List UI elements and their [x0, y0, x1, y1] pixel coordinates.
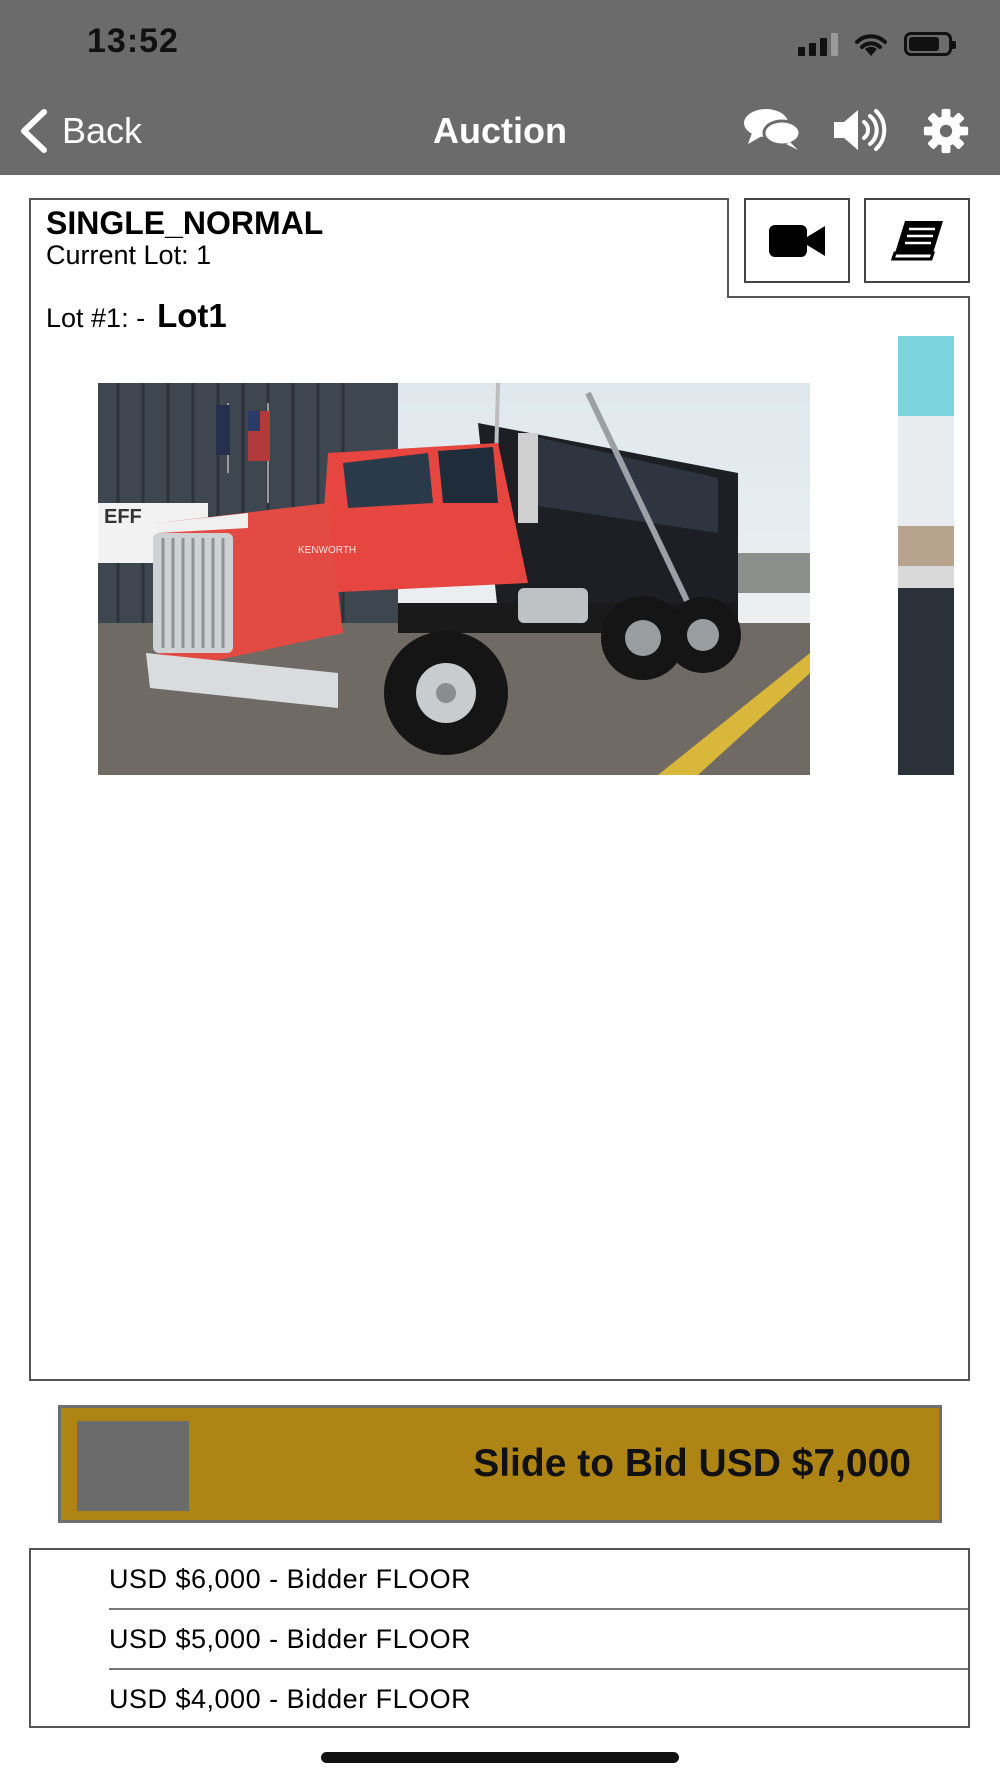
bid-entry: USD $4,000 - Bidder FLOOR	[109, 1683, 472, 1714]
notch-divider	[968, 296, 970, 300]
notch-divider	[727, 198, 729, 296]
lot-number: Lot #1: -	[46, 303, 146, 333]
bid-row: USD $6,000 - Bidder FLOOR	[109, 1550, 968, 1610]
svg-text:EFF: EFF	[104, 506, 142, 528]
wifi-icon	[855, 34, 887, 56]
signal-icon	[798, 32, 838, 56]
top-bar: 13:52 Back Auction	[0, 0, 1000, 175]
bid-entry: USD $6,000 - Bidder FLOOR	[109, 1563, 472, 1594]
chat-icon[interactable]	[742, 106, 802, 152]
lot-title: Lot1	[157, 297, 227, 334]
notch-divider	[727, 296, 970, 298]
gear-icon[interactable]	[920, 108, 972, 154]
dump-truck-image: EFF KENWORTH	[98, 383, 810, 775]
catalog-book-icon	[890, 220, 943, 260]
video-button[interactable]	[744, 198, 850, 283]
status-icons	[798, 28, 956, 60]
bid-entry: USD $5,000 - Bidder FLOOR	[109, 1623, 472, 1654]
current-lot: Current Lot: 1	[46, 240, 212, 270]
catalog-button[interactable]	[864, 198, 970, 283]
slide-to-bid-label: Slide to Bid USD $7,000	[473, 1442, 911, 1485]
next-photo-preview[interactable]	[898, 336, 954, 775]
svg-text:KENWORTH: KENWORTH	[298, 545, 356, 556]
slider-knob[interactable]	[77, 1421, 189, 1511]
bid-history: USD $6,000 - Bidder FLOOR USD $5,000 - B…	[29, 1548, 970, 1728]
home-indicator[interactable]	[321, 1752, 679, 1763]
next-photo-image	[898, 336, 954, 775]
auction-name: SINGLE_NORMAL	[46, 205, 324, 241]
video-camera-icon	[769, 224, 825, 257]
lot-photo[interactable]: EFF KENWORTH	[98, 383, 810, 775]
auction-panel	[29, 198, 970, 1381]
speaker-icon[interactable]	[832, 108, 888, 152]
status-time: 13:52	[87, 22, 179, 60]
slide-to-bid[interactable]: Slide to Bid USD $7,000	[58, 1405, 942, 1523]
bid-row: USD $5,000 - Bidder FLOOR	[109, 1610, 968, 1670]
battery-icon	[904, 32, 956, 56]
lot-heading: Lot #1: - Lot1	[46, 297, 227, 335]
bid-row: USD $4,000 - Bidder FLOOR	[109, 1670, 968, 1728]
